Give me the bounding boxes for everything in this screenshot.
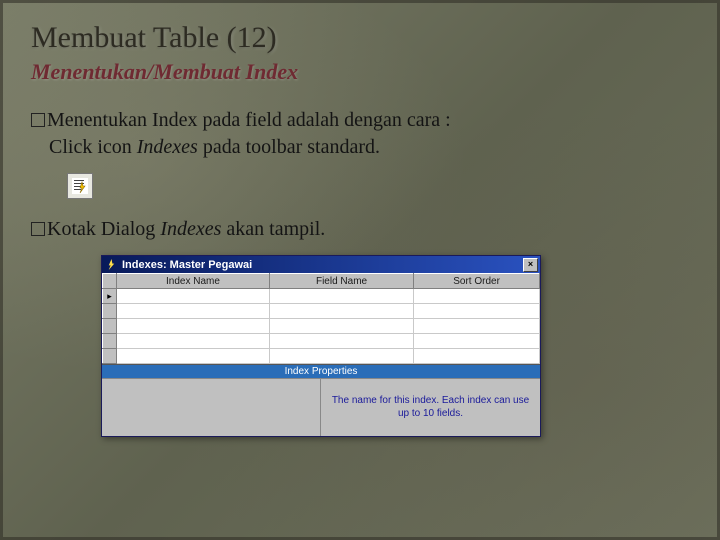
indexes-toolbar-icon[interactable] bbox=[67, 173, 93, 199]
help-text: The name for this index. Each index can … bbox=[321, 379, 540, 436]
dialog-title: Indexes: Master Pegawai bbox=[122, 259, 523, 271]
lightning-icon bbox=[105, 258, 118, 271]
index-properties-panel: The name for this index. Each index can … bbox=[102, 378, 540, 436]
paragraph-1: Menentukan Index pada field adalah denga… bbox=[31, 107, 689, 161]
table-row bbox=[103, 349, 540, 364]
table-row bbox=[103, 334, 540, 349]
bullet-icon bbox=[31, 113, 45, 127]
slide-subtitle: Menentukan/Membuat Index bbox=[31, 59, 689, 85]
indexes-grid[interactable]: Index Name Field Name Sort Order ▸ bbox=[102, 273, 540, 364]
table-row: ▸ bbox=[103, 289, 540, 304]
properties-list bbox=[102, 379, 321, 436]
col-sort-order[interactable]: Sort Order bbox=[414, 274, 540, 289]
index-properties-header: Index Properties bbox=[102, 364, 540, 378]
table-row bbox=[103, 304, 540, 319]
grid-corner bbox=[103, 274, 117, 289]
paragraph-2: Kotak Dialog Indexes akan tampil. bbox=[31, 216, 689, 243]
lightning-index-icon bbox=[71, 177, 89, 195]
indexes-dialog: Indexes: Master Pegawai × Index Name Fie… bbox=[101, 255, 541, 437]
close-button[interactable]: × bbox=[523, 258, 538, 272]
col-index-name[interactable]: Index Name bbox=[117, 274, 270, 289]
dialog-titlebar[interactable]: Indexes: Master Pegawai × bbox=[102, 256, 540, 273]
row-selector-icon[interactable]: ▸ bbox=[103, 289, 117, 304]
table-row bbox=[103, 319, 540, 334]
col-field-name[interactable]: Field Name bbox=[269, 274, 413, 289]
bullet-icon bbox=[31, 222, 45, 236]
slide-title: Membuat Table (12) bbox=[31, 21, 689, 55]
